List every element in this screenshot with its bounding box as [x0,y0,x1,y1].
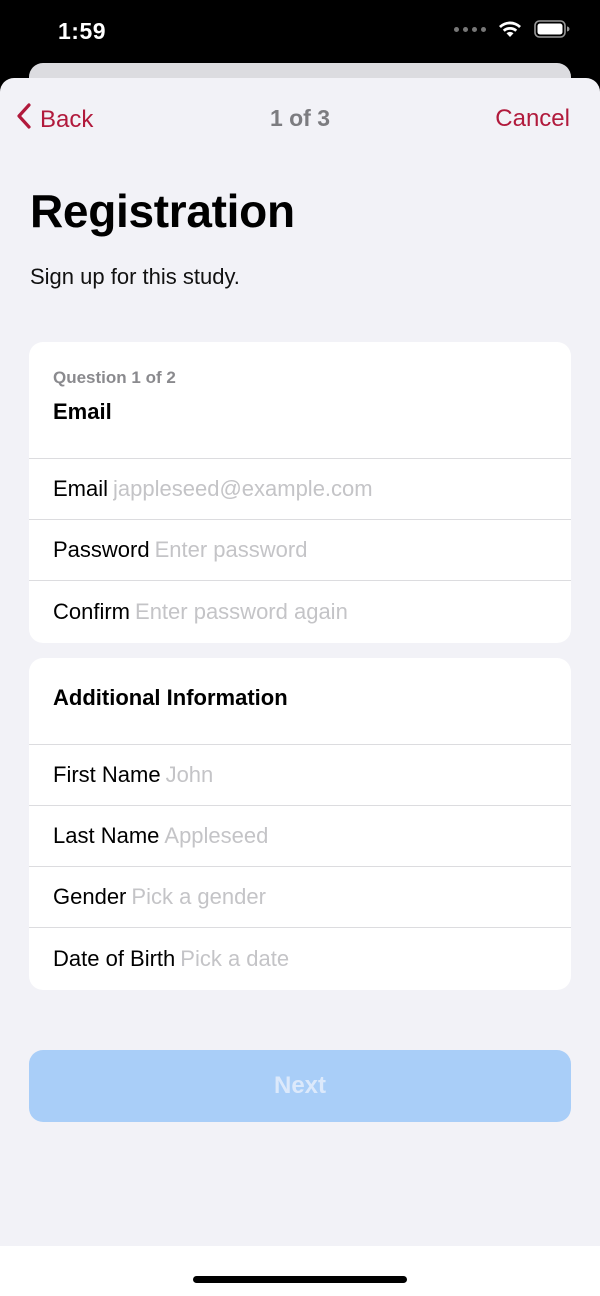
last-name-row: Last Name [29,806,571,867]
cancel-button[interactable]: Cancel [495,105,570,133]
first-name-row: First Name [29,745,571,806]
first-name-label: First Name [53,762,161,787]
page-title: Registration [30,185,295,237]
wifi-icon [498,20,522,38]
email-label: Email [53,476,109,501]
date-of-birth-row: Date of Birth [29,928,571,989]
password-field[interactable] [154,530,571,570]
email-row: Email [29,459,571,520]
date-of-birth-label: Date of Birth [53,945,176,971]
date-of-birth-picker[interactable] [180,938,571,979]
registration-sheet: Back 1 of 3 Cancel Registration Sign up … [0,78,600,1296]
last-name-label: Last Name [53,823,160,848]
battery-icon [534,20,570,38]
email-section-title: Email [53,399,112,424]
navigation-bar: Back 1 of 3 Cancel [0,78,600,160]
confirm-password-field[interactable] [135,591,571,632]
first-name-field[interactable] [165,755,571,795]
status-icons [454,20,570,38]
page-subtitle: Sign up for this study. [30,264,240,289]
last-name-field[interactable] [164,816,571,856]
confirm-label: Confirm [53,598,131,624]
status-time: 1:59 [58,18,107,44]
email-section: Question 1 of 2 Email Email Password Con… [29,342,571,643]
signal-dots-icon [454,26,486,32]
gender-picker[interactable] [131,877,571,917]
gender-row: Gender [29,867,571,928]
confirm-password-row: Confirm [29,581,571,642]
additional-info-section: Additional Information First Name Last N… [29,658,571,990]
additional-info-title: Additional Information [53,685,288,710]
gender-label: Gender [53,884,127,909]
question-counter: Question 1 of 2 [53,368,176,387]
next-button[interactable]: Next [29,1050,571,1122]
home-bar-area [0,1246,600,1296]
status-bar: 1:59 [0,0,600,64]
email-field[interactable] [113,469,571,509]
home-indicator[interactable] [193,1276,407,1283]
additional-info-header: Additional Information [29,658,571,745]
password-label: Password [53,537,150,562]
email-section-header: Question 1 of 2 Email [29,342,571,459]
password-row: Password [29,520,571,581]
